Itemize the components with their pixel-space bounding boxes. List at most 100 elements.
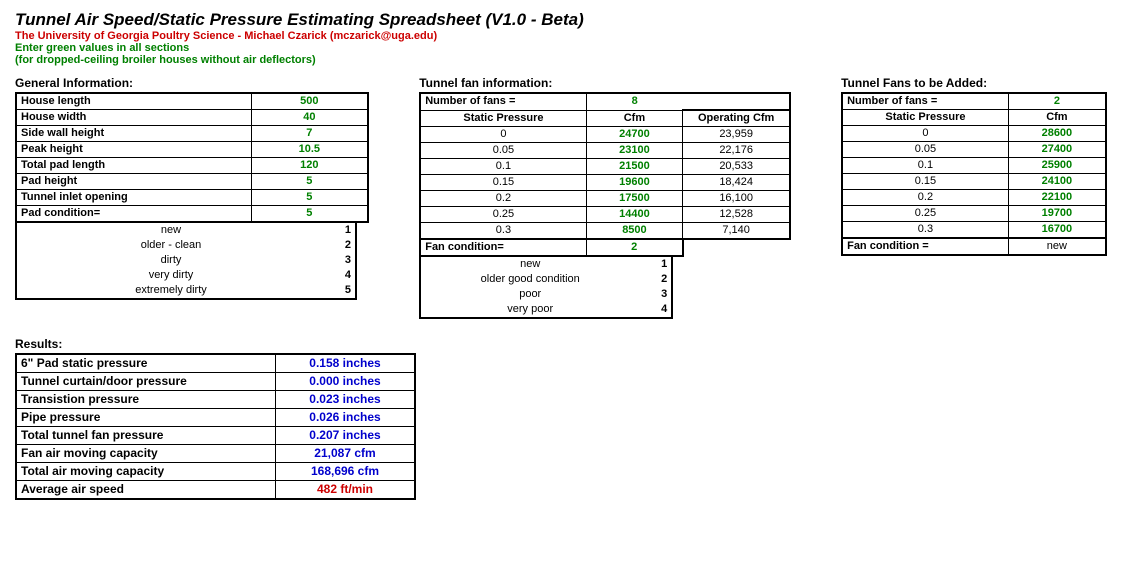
- page-title: Tunnel Air Speed/Static Pressure Estimat…: [15, 10, 1107, 30]
- res-label: Total air moving capacity: [16, 463, 276, 481]
- cfm[interactable]: 14400: [586, 207, 683, 223]
- cond-code: 2: [325, 238, 356, 253]
- res-value: 0.026 inches: [276, 409, 416, 427]
- gen-value[interactable]: 5: [251, 174, 368, 190]
- instruction-2: (for dropped-ceiling broiler houses with…: [15, 54, 1107, 66]
- added-table: Number of fans = 2 Static Pressure Cfm 0…: [841, 92, 1107, 256]
- cfm[interactable]: 27400: [1008, 142, 1106, 158]
- gen-label: House width: [16, 110, 251, 126]
- tunnel-fan-column: Tunnel fan information: Number of fans =…: [419, 76, 791, 319]
- gen-label: Side wall height: [16, 126, 251, 142]
- res-value: 168,696 cfm: [276, 463, 416, 481]
- instruction-1: Enter green values in all sections: [15, 42, 1107, 54]
- sp: 0.15: [842, 174, 1008, 190]
- cond-label: older good condition: [420, 272, 639, 287]
- op: 23,959: [683, 127, 790, 143]
- fan-cond-value[interactable]: 2: [586, 239, 683, 256]
- cond-code: 1: [325, 223, 356, 238]
- fans-table: Number of fans = 8 Static Pressure Cfm O…: [419, 92, 791, 257]
- col-cfm: Cfm: [1008, 110, 1106, 126]
- col-sp: Static Pressure: [842, 110, 1008, 126]
- cond-label: new: [16, 223, 325, 238]
- gen-value[interactable]: 5: [251, 206, 368, 223]
- gen-label: Pad condition=: [16, 206, 251, 223]
- cfm[interactable]: 16700: [1008, 222, 1106, 239]
- added-cond-value: new: [1008, 238, 1106, 255]
- op: 22,176: [683, 143, 790, 159]
- res-value: 0.158 inches: [276, 354, 416, 373]
- cfm[interactable]: 19600: [586, 175, 683, 191]
- subtitle-author: The University of Georgia Poultry Scienc…: [15, 30, 1107, 42]
- cfm[interactable]: 28600: [1008, 126, 1106, 142]
- fan-cond-label: Fan condition=: [420, 239, 586, 256]
- cond-label: poor: [420, 287, 639, 302]
- fan-condition-legend: new1 older good condition2 poor3 very po…: [419, 257, 673, 319]
- sp: 0.3: [420, 223, 586, 240]
- gen-label: Peak height: [16, 142, 251, 158]
- results-block: Results: 6" Pad static pressure0.158 inc…: [15, 337, 1107, 500]
- gen-label: Pad height: [16, 174, 251, 190]
- cond-label: new: [420, 257, 639, 272]
- gen-value[interactable]: 40: [251, 110, 368, 126]
- res-label: 6" Pad static pressure: [16, 354, 276, 373]
- gen-label: Tunnel inlet opening: [16, 190, 251, 206]
- pad-condition-table: new1 older - clean2 dirty3 very dirty4 e…: [15, 223, 357, 300]
- general-table: House length500 House width40 Side wall …: [15, 92, 369, 223]
- added-heading: Tunnel Fans to be Added:: [841, 76, 1107, 90]
- num-fans-value[interactable]: 8: [586, 93, 683, 110]
- cond-code: 3: [639, 287, 672, 302]
- col-opcfm: Operating Cfm: [683, 110, 790, 127]
- sp: 0.2: [420, 191, 586, 207]
- cfm[interactable]: 24700: [586, 127, 683, 143]
- cond-code: 4: [639, 302, 672, 318]
- added-cond-label: Fan condition =: [842, 238, 1008, 255]
- sp: 0.1: [420, 159, 586, 175]
- res-label: Average air speed: [16, 481, 276, 500]
- gen-label: Total pad length: [16, 158, 251, 174]
- results-heading: Results:: [15, 337, 1107, 351]
- res-label: Transistion pressure: [16, 391, 276, 409]
- cond-label: very dirty: [16, 268, 325, 283]
- cfm[interactable]: 22100: [1008, 190, 1106, 206]
- cfm[interactable]: 21500: [586, 159, 683, 175]
- op: 18,424: [683, 175, 790, 191]
- results-table: 6" Pad static pressure0.158 inches Tunne…: [15, 353, 416, 500]
- cfm[interactable]: 24100: [1008, 174, 1106, 190]
- added-num-value[interactable]: 2: [1008, 93, 1106, 110]
- cond-code: 5: [325, 283, 356, 299]
- col-cfm: Cfm: [586, 110, 683, 127]
- gen-label: House length: [16, 93, 251, 110]
- general-info-column: General Information: House length500 Hou…: [15, 76, 369, 319]
- cfm[interactable]: 8500: [586, 223, 683, 240]
- cfm[interactable]: 23100: [586, 143, 683, 159]
- gen-value[interactable]: 500: [251, 93, 368, 110]
- cond-code: 3: [325, 253, 356, 268]
- sp: 0.1: [842, 158, 1008, 174]
- sp: 0.3: [842, 222, 1008, 239]
- cond-label: dirty: [16, 253, 325, 268]
- res-value: 482 ft/min: [276, 481, 416, 500]
- op: 20,533: [683, 159, 790, 175]
- added-fans-column: Tunnel Fans to be Added: Number of fans …: [841, 76, 1107, 319]
- sp: 0.05: [842, 142, 1008, 158]
- res-value: 0.207 inches: [276, 427, 416, 445]
- cfm[interactable]: 17500: [586, 191, 683, 207]
- sp: 0: [420, 127, 586, 143]
- cfm[interactable]: 19700: [1008, 206, 1106, 222]
- op: 16,100: [683, 191, 790, 207]
- res-label: Pipe pressure: [16, 409, 276, 427]
- cond-code: 1: [639, 257, 672, 272]
- res-label: Fan air moving capacity: [16, 445, 276, 463]
- cfm[interactable]: 25900: [1008, 158, 1106, 174]
- sp: 0.25: [420, 207, 586, 223]
- gen-value[interactable]: 5: [251, 190, 368, 206]
- res-value: 21,087 cfm: [276, 445, 416, 463]
- cond-label: very poor: [420, 302, 639, 318]
- col-sp: Static Pressure: [420, 110, 586, 127]
- sp: 0.05: [420, 143, 586, 159]
- sp: 0.15: [420, 175, 586, 191]
- gen-value[interactable]: 10.5: [251, 142, 368, 158]
- gen-value[interactable]: 7: [251, 126, 368, 142]
- gen-value[interactable]: 120: [251, 158, 368, 174]
- res-label: Tunnel curtain/door pressure: [16, 373, 276, 391]
